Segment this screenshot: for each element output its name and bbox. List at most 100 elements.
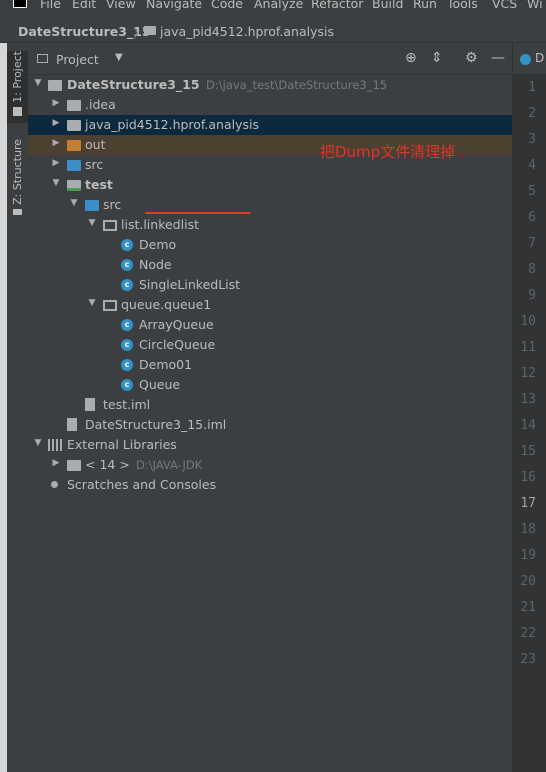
menu-navigate[interactable]: Navigate <box>146 0 202 11</box>
intellij-logo-icon <box>13 0 27 8</box>
iml-file-icon <box>85 398 95 411</box>
tab-structure[interactable]: Z: Structure <box>7 139 28 219</box>
iml-file-icon <box>67 418 77 431</box>
chevron-down-icon[interactable]: ▼ <box>115 52 123 63</box>
menu-bar: File Edit View Navigate Code Analyze Ref… <box>0 0 546 11</box>
menu-window[interactable]: Wi <box>527 0 543 11</box>
tree-row[interactable]: ▼ queue.queue1 <box>28 295 512 315</box>
menu-view[interactable]: View <box>106 0 136 11</box>
tree-row[interactable]: ▼ test <box>28 175 512 195</box>
tree-row[interactable]: ▼ list.linkedlist <box>28 215 512 235</box>
menu-edit[interactable]: Edit <box>72 0 96 11</box>
chevron-down-icon[interactable]: ▼ <box>87 218 97 228</box>
chevron-right-icon[interactable]: ▶ <box>51 458 61 468</box>
tree-item-label: CircleQueue <box>139 337 216 352</box>
tree-row[interactable]: c Demo01 <box>28 355 512 375</box>
annotation-note: 把Dump文件清理掉 <box>320 143 456 161</box>
breadcrumb-folder[interactable]: java_pid4512.hprof.analysis <box>160 24 334 39</box>
jdk-icon <box>67 460 81 471</box>
tree-row[interactable]: ▼ External Libraries <box>28 435 512 455</box>
tab-structure-label: Z: Structure <box>11 139 24 205</box>
line-number: 12 <box>520 366 536 381</box>
tree-row[interactable]: ▶ .idea <box>28 95 512 115</box>
class-icon: c <box>121 259 133 271</box>
tree-row[interactable]: test.iml <box>28 395 512 415</box>
line-number: 22 <box>520 626 536 641</box>
chevron-right-icon[interactable]: ▶ <box>51 98 61 108</box>
chevron-down-icon[interactable]: ▼ <box>33 438 43 448</box>
project-view-icon <box>37 54 48 63</box>
tree-row[interactable]: Scratches and Consoles <box>28 475 512 495</box>
tree-item-label: ArrayQueue <box>139 317 214 332</box>
tree-item-label: src <box>103 197 122 212</box>
breadcrumb-project[interactable]: DateStructure3_15 <box>18 24 151 39</box>
chevron-down-icon[interactable]: ▼ <box>33 78 43 88</box>
tree-item-label: .idea <box>85 97 116 112</box>
menu-build[interactable]: Build <box>372 0 403 11</box>
line-number: 2 <box>528 106 536 121</box>
libraries-icon <box>48 439 62 451</box>
navigation-bar: DateStructure3_15 〉 java_pid4512.hprof.a… <box>0 11 546 43</box>
menu-code[interactable]: Code <box>211 0 243 11</box>
chevron-right-icon[interactable]: ▶ <box>51 138 61 148</box>
chevron-right-icon[interactable]: ▶ <box>51 158 61 168</box>
tree-item-label: Queue <box>139 377 181 392</box>
class-icon: c <box>121 279 133 291</box>
menu-tools[interactable]: Tools <box>447 0 478 11</box>
folder-icon <box>67 120 81 131</box>
tree-row[interactable]: ▶ java_pid4512.hprof.analysis <box>28 115 512 135</box>
source-folder-icon <box>85 200 99 211</box>
chevron-down-icon[interactable]: ▼ <box>87 298 97 308</box>
tree-row[interactable]: ▶ < 14 > D:\JAVA-JDK <box>28 455 512 475</box>
menu-file[interactable]: File <box>40 0 61 11</box>
tree-row[interactable]: c Node <box>28 255 512 275</box>
line-number: 21 <box>520 600 536 615</box>
class-icon: c <box>121 339 133 351</box>
line-number: 5 <box>528 184 536 199</box>
class-icon <box>520 54 531 65</box>
menu-refactor[interactable]: Refactor <box>311 0 363 11</box>
tool-window-strip: 1: Project Z: Structure <box>7 43 29 772</box>
menu-run[interactable]: Run <box>413 0 437 11</box>
tree-item-label: Demo01 <box>139 357 193 372</box>
chevron-down-icon[interactable]: ▼ <box>51 178 61 188</box>
tree-item-label: Demo <box>139 237 177 252</box>
package-icon <box>103 300 117 311</box>
test-module-folder-icon <box>67 180 81 191</box>
line-number: 17 <box>520 496 536 511</box>
tree-row[interactable]: ▼ DateStructure3_15 D:\java_test\DateStruc… <box>28 75 512 95</box>
line-number: 3 <box>528 132 536 147</box>
menu-vcs[interactable]: VCS <box>492 0 517 11</box>
tree-item-label: SingleLinkedList <box>139 277 241 292</box>
tree-item-label: queue.queue1 <box>121 297 212 312</box>
tree-row[interactable]: c ArrayQueue <box>28 315 512 335</box>
tree-item-label: Scratches and Consoles <box>67 477 217 492</box>
gear-icon[interactable]: ⚙ <box>465 50 478 66</box>
excluded-folder-icon <box>67 140 81 151</box>
tree-item-label: java_pid4512.hprof.analysis <box>85 117 260 132</box>
window-edge <box>0 43 7 772</box>
tree-row[interactable]: c SingleLinkedList <box>28 275 512 295</box>
project-icon <box>13 106 22 116</box>
structure-icon <box>13 208 22 215</box>
tree-item-label: DateStructure3_15 <box>67 77 200 92</box>
chevron-down-icon[interactable]: ▼ <box>69 198 79 208</box>
menu-analyze[interactable]: Analyze <box>254 0 303 11</box>
line-number: 23 <box>520 652 536 667</box>
tree-row[interactable]: ▼ src <box>28 195 512 215</box>
locate-icon[interactable]: ⊕ <box>405 50 417 66</box>
chevron-right-icon[interactable]: ▶ <box>51 118 61 128</box>
tree-row[interactable]: DateStructure3_15.iml <box>28 415 512 435</box>
red-underline-mark <box>145 212 251 214</box>
class-runnable-icon: c <box>121 239 133 251</box>
hide-icon[interactable]: — <box>491 50 505 66</box>
folder-icon <box>67 100 81 111</box>
tab-project[interactable]: 1: Project <box>7 51 28 123</box>
tree-row[interactable]: c Queue <box>28 375 512 395</box>
editor-tab[interactable]: D <box>513 43 546 75</box>
panel-title[interactable]: Project <box>56 52 99 67</box>
tree-item-label: test <box>85 177 113 192</box>
tree-row[interactable]: c CircleQueue <box>28 335 512 355</box>
collapse-all-icon[interactable]: ⇕ <box>431 50 443 66</box>
tree-row[interactable]: c Demo <box>28 235 512 255</box>
